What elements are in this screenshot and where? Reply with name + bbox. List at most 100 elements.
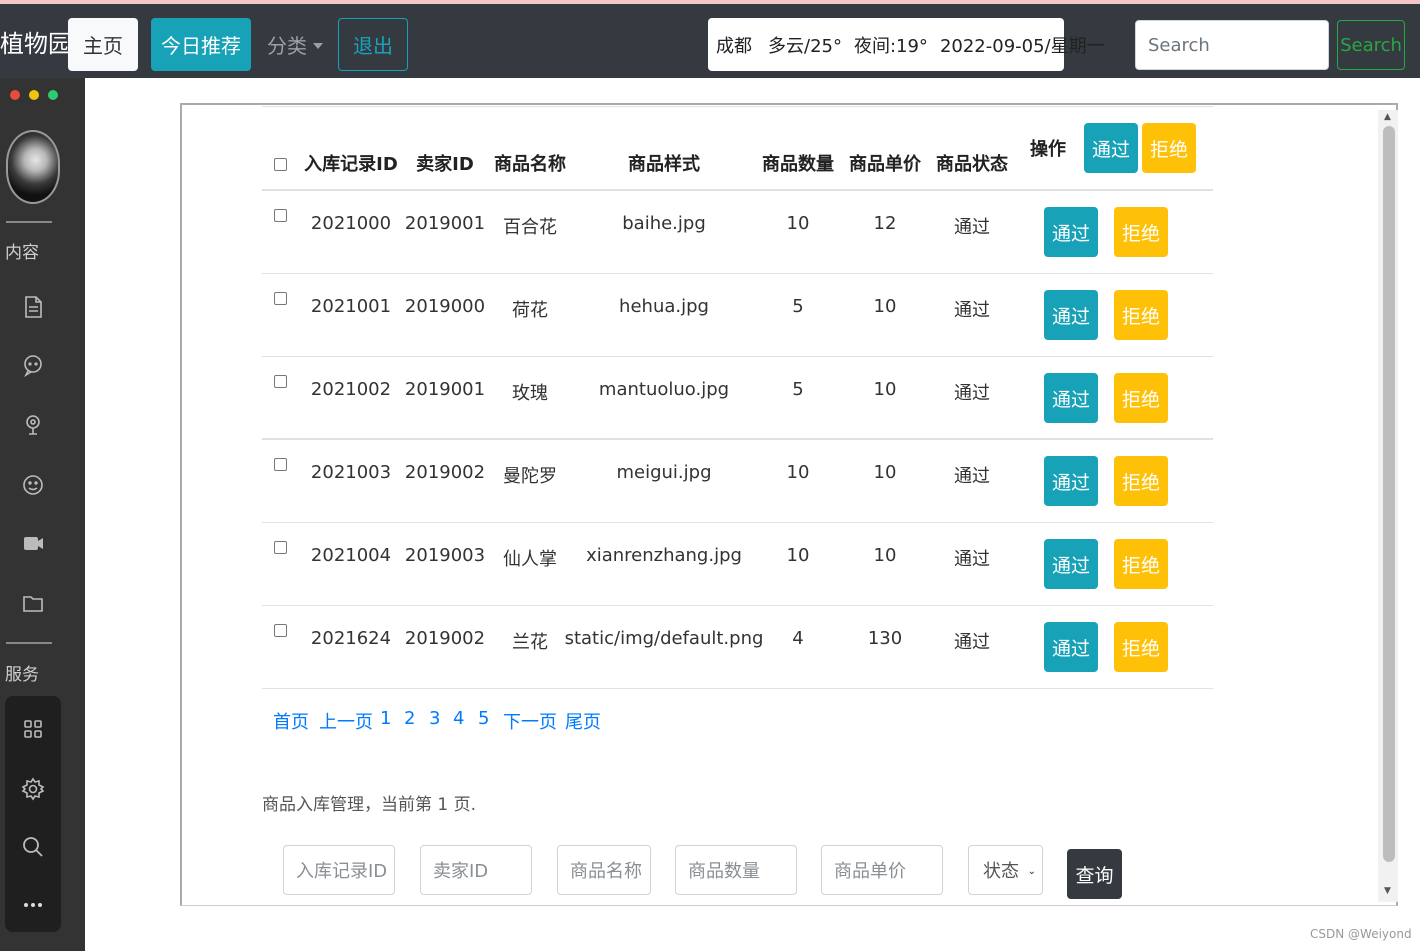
table-row: 2021000 2019001 百合花 baihe.jpg 10 12 通过 通过 拒绝 (262, 191, 1213, 274)
pager-prev[interactable]: 上一页 (319, 708, 373, 734)
search-icon[interactable] (20, 834, 46, 860)
chat-icon[interactable] (20, 352, 46, 378)
row-checkbox[interactable] (274, 292, 287, 305)
query-button[interactable]: 查询 (1067, 849, 1122, 899)
row-reject-button[interactable]: 拒绝 (1114, 456, 1168, 506)
filter-name-input[interactable]: 商品名称 (557, 845, 651, 895)
cell-product-style: static/img/default.png (564, 628, 764, 649)
brand-title[interactable]: 植物园 (0, 24, 72, 59)
sidebar-section-service: 服务 (5, 665, 39, 685)
scroll-up-icon[interactable]: ▲ (1384, 112, 1391, 122)
cell-status: 通过 (954, 549, 990, 570)
cell-quantity: 4 (792, 628, 804, 649)
pager-page-2[interactable]: 2 (404, 708, 415, 729)
pager-page-3[interactable]: 3 (429, 708, 440, 729)
cell-quantity: 5 (792, 379, 804, 400)
maximize-dot-icon[interactable] (48, 90, 58, 100)
bulk-pass-button[interactable]: 通过 (1084, 123, 1138, 173)
page-status-text: 商品入库管理，当前第 1 页. (262, 795, 477, 815)
cell-record-id: 2021001 (310, 296, 392, 317)
search-button[interactable]: Search (1337, 20, 1405, 70)
cell-product-style: hehua.jpg (619, 296, 709, 317)
service-menu (5, 696, 61, 932)
pager-next[interactable]: 下一页 (503, 708, 557, 734)
header-product-style: 商品样式 (628, 154, 700, 175)
pager-divider (262, 688, 754, 689)
more-dots-icon[interactable] (20, 892, 46, 918)
scrollbar-thumb[interactable] (1383, 126, 1395, 862)
cell-quantity: 5 (792, 296, 804, 317)
row-reject-button[interactable]: 拒绝 (1114, 539, 1168, 589)
top-navbar: 植物园 主页 今日推荐 分类 退出 成都 多云/25° 夜间:19° 2022-… (0, 0, 1420, 78)
minimize-dot-icon[interactable] (29, 90, 39, 100)
pager-page-1[interactable]: 1 (380, 708, 391, 729)
grid-icon[interactable] (20, 716, 46, 742)
search-input[interactable]: Search (1135, 20, 1329, 70)
cell-quantity: 10 (786, 545, 810, 566)
pager-page-5[interactable]: 5 (478, 708, 489, 729)
filter-status-select[interactable]: 状态 ⌄ (968, 845, 1043, 895)
row-checkbox[interactable] (274, 624, 287, 637)
row-checkbox[interactable] (274, 458, 287, 471)
cell-product-name: 百合花 (503, 217, 557, 238)
row-pass-button[interactable]: 通过 (1044, 207, 1098, 257)
filter-price-input[interactable]: 商品单价 (821, 845, 943, 895)
row-checkbox[interactable] (274, 209, 287, 222)
header-seller-id: 卖家ID (416, 154, 474, 175)
weather-day: 多云/25° (768, 35, 842, 57)
row-pass-button[interactable]: 通过 (1044, 290, 1098, 340)
filter-quantity-input[interactable]: 商品数量 (675, 845, 797, 895)
location-icon[interactable] (20, 412, 46, 438)
folder-icon[interactable] (20, 590, 46, 616)
row-checkbox[interactable] (274, 375, 287, 388)
header-quantity: 商品数量 (762, 154, 834, 175)
cell-unit-price: 10 (873, 296, 897, 317)
row-reject-button[interactable]: 拒绝 (1114, 207, 1168, 257)
select-all-checkbox[interactable] (274, 158, 287, 171)
scroll-down-icon[interactable]: ▼ (1384, 886, 1391, 896)
nav-home-button[interactable]: 主页 (68, 18, 138, 71)
close-dot-icon[interactable] (10, 90, 20, 100)
cell-quantity: 10 (786, 462, 810, 483)
pager-page-4[interactable]: 4 (453, 708, 464, 729)
chevron-down-icon: ⌄ (1027, 866, 1036, 877)
gear-icon[interactable] (20, 776, 46, 802)
cell-record-id: 2021003 (310, 462, 392, 483)
cell-record-id: 2021000 (310, 213, 392, 234)
header-actions: 操作 (1030, 139, 1066, 160)
row-reject-button[interactable]: 拒绝 (1114, 373, 1168, 423)
cell-unit-price: 12 (873, 213, 897, 234)
header-record-id: 入库记录ID (304, 154, 398, 175)
sidebar-section-content: 内容 (5, 243, 39, 263)
cell-quantity: 10 (786, 213, 810, 234)
pager-first[interactable]: 首页 (273, 708, 309, 734)
video-camera-icon[interactable] (20, 530, 46, 556)
nav-category-dropdown[interactable]: 分类 (262, 18, 328, 71)
cell-seller-id: 2019003 (404, 545, 486, 566)
table-header: 入库记录ID 卖家ID 商品名称 商品样式 商品数量 商品单价 商品状态 操作 … (262, 120, 1213, 191)
row-pass-button[interactable]: 通过 (1044, 622, 1098, 672)
row-checkbox[interactable] (274, 541, 287, 554)
avatar[interactable] (6, 130, 60, 204)
row-reject-button[interactable]: 拒绝 (1114, 290, 1168, 340)
filter-record-id-input[interactable]: 入库记录ID (283, 845, 395, 895)
logout-button[interactable]: 退出 (338, 18, 408, 71)
cell-status: 通过 (954, 217, 990, 238)
row-pass-button[interactable]: 通过 (1044, 456, 1098, 506)
filter-seller-id-input[interactable]: 卖家ID (420, 845, 532, 895)
cell-product-style: meigui.jpg (616, 462, 712, 483)
weather-date: 2022-09-05/星期一 (939, 35, 1105, 57)
bulk-reject-button[interactable]: 拒绝 (1142, 123, 1196, 173)
smiley-icon[interactable] (20, 472, 46, 498)
row-reject-button[interactable]: 拒绝 (1114, 622, 1168, 672)
pager-last[interactable]: 尾页 (565, 708, 601, 734)
cell-product-name: 兰花 (512, 632, 548, 653)
row-pass-button[interactable]: 通过 (1044, 539, 1098, 589)
document-icon[interactable] (20, 294, 46, 320)
row-pass-button[interactable]: 通过 (1044, 373, 1098, 423)
cell-seller-id: 2019002 (404, 628, 486, 649)
cell-record-id: 2021004 (310, 545, 392, 566)
cell-status: 通过 (954, 632, 990, 653)
cell-status: 通过 (954, 383, 990, 404)
nav-today-button[interactable]: 今日推荐 (151, 18, 251, 71)
